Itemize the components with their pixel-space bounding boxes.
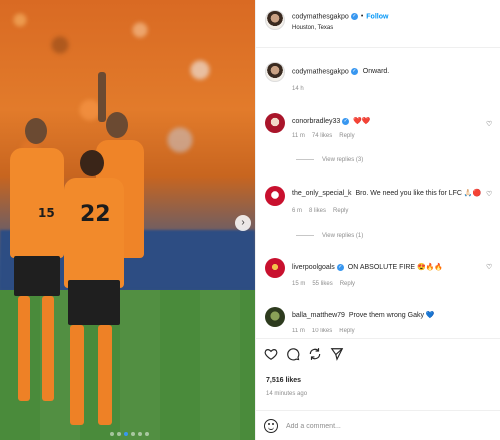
comment-time: 15 m (292, 281, 306, 287)
heart-icon[interactable]: ♡ (486, 263, 492, 271)
comment-likes[interactable]: 74 likes (312, 133, 332, 139)
verified-icon: ✓ (336, 263, 344, 271)
comment-username[interactable]: the_only_special_k (292, 190, 352, 197)
comment-avatar[interactable] (265, 113, 285, 133)
comment-line: balla_matthew79 Prove them wrong Gaky 💙 (292, 311, 435, 319)
comment-meta: 6 m 8 likes Reply (292, 208, 355, 214)
post-location[interactable]: Houston, Texas (292, 25, 333, 31)
chevron-right-icon[interactable]: › (235, 215, 251, 231)
comment-reply-button[interactable]: Reply (340, 281, 355, 287)
emoji-icon[interactable] (264, 419, 278, 433)
likes-count[interactable]: 7,516 likes (266, 377, 301, 384)
comment-line: liverpoolgoals ✓ ON ABSOLUTE FIRE 😍🔥🔥 (292, 263, 443, 271)
verified-icon: ✓ (350, 68, 358, 75)
comment-likes[interactable]: 10 likes (312, 328, 332, 334)
comment-input[interactable] (286, 419, 486, 433)
carousel-dot (131, 432, 135, 436)
comment-reply-button[interactable]: Reply (339, 328, 354, 334)
comment-reply-button[interactable]: Reply (339, 133, 354, 139)
comment-avatar[interactable] (265, 307, 285, 327)
post-time: 14 minutes ago (266, 391, 308, 397)
shirt-number-15: 15 (38, 206, 55, 220)
comment-likes[interactable]: 8 likes (309, 208, 326, 214)
post-author-line: codymathesgakpo ✓ • Follow (292, 13, 389, 21)
comment-username[interactable]: liverpoolgoals (292, 264, 335, 271)
comment-icon[interactable] (286, 347, 300, 361)
comment-bar (256, 410, 500, 440)
post-photo[interactable]: 15 22 › (0, 0, 255, 440)
post-actions (256, 338, 500, 372)
comment-username[interactable]: balla_matthew79 (292, 312, 345, 319)
verified-icon: ✓ (350, 13, 358, 20)
player-22: 22 (58, 150, 128, 438)
comment-likes[interactable]: 55 likes (312, 281, 332, 287)
comment-avatar[interactable] (265, 258, 285, 278)
heart-icon[interactable] (264, 347, 278, 361)
comment-text: ❤️❤️ (353, 118, 371, 125)
caption-avatar[interactable] (265, 62, 285, 82)
comment-text: ON ABSOLUTE FIRE 😍🔥🔥 (347, 264, 444, 271)
carousel-dot (117, 432, 121, 436)
comment-time: 6 m (292, 208, 303, 214)
comment-meta: 11 m 10 likes Reply (292, 328, 362, 336)
verified-icon: ✓ (342, 117, 350, 125)
view-replies[interactable]: View replies (3) (296, 157, 363, 163)
post-author[interactable]: codymathesgakpo (292, 13, 349, 20)
comment-text: Prove them wrong Gaky 💙 (348, 312, 435, 319)
view-replies[interactable]: View replies (1) (296, 233, 363, 239)
carousel-dots (110, 432, 149, 436)
caption-author[interactable]: codymathesgakpo (292, 68, 349, 75)
carousel-dot (110, 432, 114, 436)
comment-line: the_only_special_k Bro. We need you like… (292, 189, 481, 197)
carousel-dot (145, 432, 149, 436)
heart-icon[interactable]: ♡ (486, 190, 492, 198)
caption-text: Onward. (362, 68, 390, 76)
comment-avatar[interactable] (265, 186, 285, 206)
avatar[interactable] (265, 10, 285, 30)
comment-username[interactable]: conorbradley33 (292, 118, 340, 125)
comment-meta: 15 m 55 likes Reply (292, 281, 362, 287)
comment-text: Bro. We need you like this for LFC 🙏🏻🔴 (355, 190, 482, 197)
caption-time: 14 h (292, 86, 304, 92)
share-icon[interactable] (308, 347, 322, 361)
caption-line: codymathesgakpo ✓ Onward. (292, 68, 389, 75)
heart-icon[interactable]: ♡ (486, 120, 492, 128)
comment-line: conorbradley33 ✓ ❤️❤️ (292, 117, 371, 125)
carousel-dot-active (124, 432, 128, 436)
comment-reply-button[interactable]: Reply (333, 208, 348, 214)
follow-button[interactable]: Follow (366, 13, 388, 20)
shirt-number-22: 22 (80, 202, 111, 227)
carousel-dot (138, 432, 142, 436)
comment-time: 11 m (292, 133, 305, 139)
post-side-panel: codymathesgakpo ✓ • Follow Houston, Texas c… (255, 0, 500, 440)
send-icon[interactable] (330, 347, 344, 361)
comment-meta: 11 m 74 likes Reply (292, 133, 362, 139)
post-header: codymathesgakpo ✓ • Follow Houston, Texas (256, 0, 500, 48)
comment-time: 11 m (292, 328, 305, 334)
